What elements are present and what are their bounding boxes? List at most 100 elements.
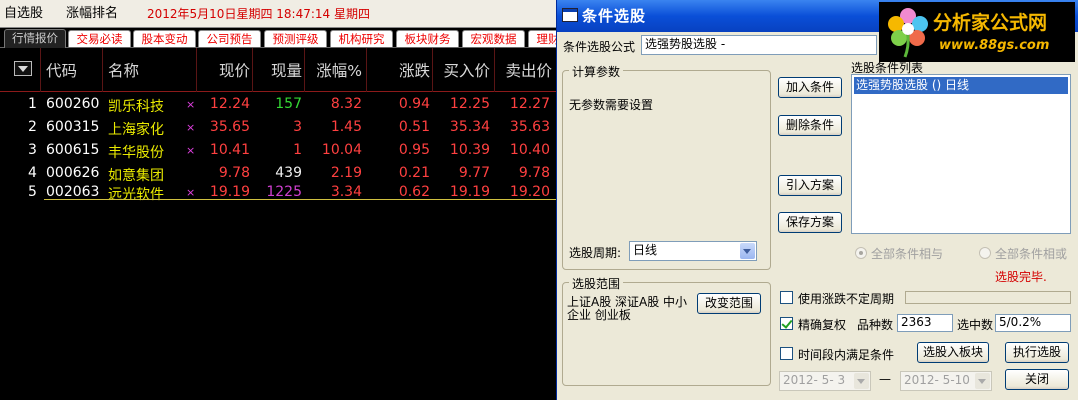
formula-label: 条件选股公式	[563, 40, 636, 54]
tab-rating[interactable]: 预测评级	[264, 30, 327, 47]
chevron-down-icon[interactable]	[740, 243, 755, 259]
add-to-block-button[interactable]: 选股入板块	[917, 342, 989, 363]
chevron-down-icon[interactable]	[854, 373, 869, 389]
bid-price: 19.19	[449, 184, 490, 200]
row-index: 1	[28, 96, 37, 112]
range-legend: 选股范围	[569, 275, 624, 292]
sort-menu-button[interactable]	[14, 61, 32, 76]
stock-quote-app: 自选股 涨幅排名 2012年5月10日星期四 18:47:14 星期四 行情报价…	[0, 0, 556, 400]
date-separator: —	[879, 372, 891, 386]
ask-price: 19.20	[509, 184, 550, 200]
change: 0.94	[398, 96, 430, 112]
radio-and[interactable]	[855, 247, 867, 259]
change-range-button[interactable]: 改变范围	[697, 293, 761, 314]
date-to-picker[interactable]: 2012- 5-10	[900, 371, 992, 391]
change: 0.95	[398, 142, 430, 158]
range-text: 上证A股 深证A股 中小企业 创业板	[567, 295, 688, 322]
price: 10.41	[209, 142, 250, 158]
stock-code: 600615	[46, 142, 100, 158]
site-logo: 分析家公式网 www.88gs.com	[879, 2, 1075, 62]
triangle-down-icon	[18, 66, 28, 72]
add-condition-button[interactable]: 加入条件	[778, 77, 842, 98]
price: 12.24	[209, 96, 250, 112]
condition-screening-dialog: 条件选股 分析家公式网 www.88gs.com 条件选股公式 选强势股选股 -…	[556, 0, 1078, 400]
change: 0.51	[398, 119, 430, 135]
volume: 1225	[266, 184, 302, 200]
tab-macro-data[interactable]: 宏观数据	[462, 30, 525, 47]
tab-company-forecast[interactable]: 公司预告	[198, 30, 261, 47]
change: 0.21	[398, 165, 430, 181]
stock-code: 002063	[46, 184, 100, 200]
delete-condition-button[interactable]: 删除条件	[778, 115, 842, 136]
progress-bar	[905, 291, 1071, 304]
period-select[interactable]: 日线	[629, 241, 757, 261]
date-from-picker[interactable]: 2012- 5- 3	[779, 371, 871, 391]
ask-price: 9.78	[518, 165, 550, 181]
stock-name: 远光软件	[108, 187, 164, 203]
row-index: 5	[28, 184, 37, 200]
col-change[interactable]: 涨跌	[380, 59, 430, 81]
row-index: 3	[28, 142, 37, 158]
tab-quotes[interactable]: 行情报价	[4, 29, 66, 48]
selected-label: 选中数	[957, 318, 994, 332]
count-label: 品种数	[857, 318, 894, 332]
row-index: 4	[28, 165, 37, 181]
chevron-down-icon[interactable]	[975, 373, 990, 389]
ask-price: 10.40	[509, 142, 550, 158]
column-divider	[196, 48, 197, 92]
column-divider	[432, 48, 433, 92]
watchlist-button[interactable]: 自选股	[0, 0, 47, 28]
formula-select[interactable]: 选强势股选股 -	[641, 35, 877, 55]
count-field: 2363	[897, 314, 953, 332]
list-item[interactable]: 选强势股选股 () 日线	[854, 77, 1068, 94]
flower-logo-icon	[888, 8, 928, 58]
top-toolbar: 自选股 涨幅排名 2012年5月10日星期四 18:47:14 星期四	[0, 0, 556, 28]
column-divider	[102, 48, 103, 92]
col-pct-change[interactable]: 涨幅%	[302, 59, 362, 81]
condition-list[interactable]: 选强势股选股 () 日线	[851, 74, 1071, 234]
table-row[interactable]: 3 600615 丰华股份 × 10.41 1 10.04 0.95 10.39…	[0, 139, 556, 161]
price: 9.78	[218, 165, 250, 181]
tab-trading-notes[interactable]: 交易必读	[68, 30, 131, 47]
col-ask[interactable]: 卖出价	[494, 59, 552, 81]
bid-price: 12.25	[449, 96, 490, 112]
exact-adjust-checkbox[interactable]	[780, 317, 793, 330]
tab-sector-finance[interactable]: 板块财务	[396, 30, 459, 47]
run-screening-button[interactable]: 执行选股	[1005, 342, 1069, 363]
ask-price: 12.27	[509, 96, 550, 112]
stock-name: 凯乐科技	[108, 99, 164, 115]
column-divider	[494, 48, 495, 92]
import-plan-button[interactable]: 引入方案	[778, 175, 842, 196]
use-period-checkbox[interactable]	[780, 291, 793, 304]
tab-research[interactable]: 机构研究	[330, 30, 393, 47]
col-volume[interactable]: 现量	[252, 59, 302, 81]
use-period-label: 使用涨跌不定周期	[798, 292, 895, 306]
bid-price: 9.77	[458, 165, 490, 181]
volume: 1	[293, 142, 302, 158]
time-range-checkbox[interactable]	[780, 347, 793, 360]
info-tab-bar: 行情报价 交易必读 股本变动 公司预告 预测评级 机构研究 板块财务 宏观数据 …	[0, 28, 556, 48]
volume: 439	[275, 165, 302, 181]
ranking-button[interactable]: 涨幅排名	[62, 0, 122, 28]
table-row[interactable]: 2 600315 上海家化 × 35.65 3 1.45 0.51 35.34 …	[0, 116, 556, 138]
row-index: 2	[28, 119, 37, 135]
col-code[interactable]: 代码	[46, 59, 77, 81]
selected-field: 5/0.2%	[995, 314, 1071, 332]
pct-change: 10.04	[321, 142, 362, 158]
price: 35.65	[209, 119, 250, 135]
tab-finance[interactable]: 理财	[528, 30, 556, 47]
col-price[interactable]: 现价	[200, 59, 250, 81]
save-plan-button[interactable]: 保存方案	[778, 212, 842, 233]
bid-price: 10.39	[449, 142, 490, 158]
tab-share-changes[interactable]: 股本变动	[133, 30, 196, 47]
params-legend: 计算参数	[569, 63, 624, 80]
window-icon	[562, 8, 578, 22]
col-bid[interactable]: 买入价	[432, 59, 490, 81]
close-button[interactable]: 关闭	[1005, 369, 1069, 390]
logo-title: 分析家公式网	[933, 12, 1048, 34]
table-row[interactable]: 1 600260 凯乐科技 × 12.24 157 8.32 0.94 12.2…	[0, 93, 556, 115]
col-name[interactable]: 名称	[108, 59, 139, 81]
column-divider	[40, 48, 41, 92]
radio-or[interactable]	[979, 247, 991, 259]
time-range-label: 时间段内满足条件	[798, 348, 895, 362]
